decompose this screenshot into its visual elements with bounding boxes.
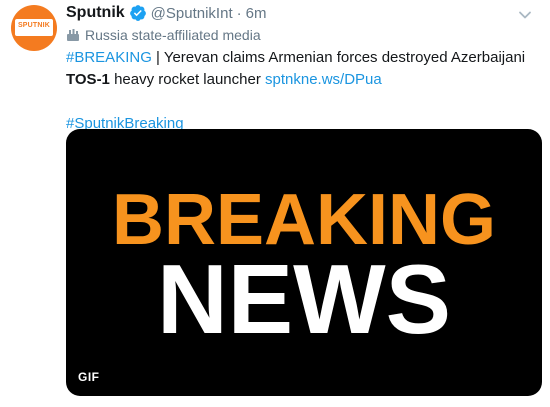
government-flag-icon: [67, 29, 79, 41]
tweet-link[interactable]: sptnkne.ws/DPua: [265, 71, 382, 88]
state-media-label-text: Russia state-affiliated media: [85, 27, 261, 43]
tweet-header: Sputnik @SputnikInt · 6m: [66, 4, 266, 22]
gif-badge: GIF: [78, 370, 100, 384]
tweet-text-line2: heavy rocket launcher: [109, 71, 265, 88]
hashtag-breaking[interactable]: #BREAKING: [66, 49, 152, 66]
news-text: NEWS: [157, 244, 451, 354]
handle[interactable]: @SputnikInt: [151, 5, 233, 22]
avatar-logo-text: SPUTNIK: [17, 22, 51, 29]
tweet-text: #BREAKING | Yerevan claims Armenian forc…: [66, 47, 540, 135]
display-name[interactable]: Sputnik: [66, 4, 125, 22]
avatar[interactable]: SPUTNIK: [11, 5, 57, 51]
tweet-bold-term: TOS-1: [66, 71, 110, 88]
timestamp[interactable]: 6m: [246, 5, 267, 22]
gif-media[interactable]: BREAKING NEWS GIF: [66, 129, 542, 396]
separator-dot: ·: [236, 4, 242, 22]
tweet-text-line1: | Yerevan claims Armenian forces destroy…: [151, 49, 526, 66]
state-media-label[interactable]: Russia state-affiliated media: [66, 27, 261, 43]
chevron-down-icon[interactable]: [518, 8, 532, 22]
verified-icon: [129, 5, 146, 21]
